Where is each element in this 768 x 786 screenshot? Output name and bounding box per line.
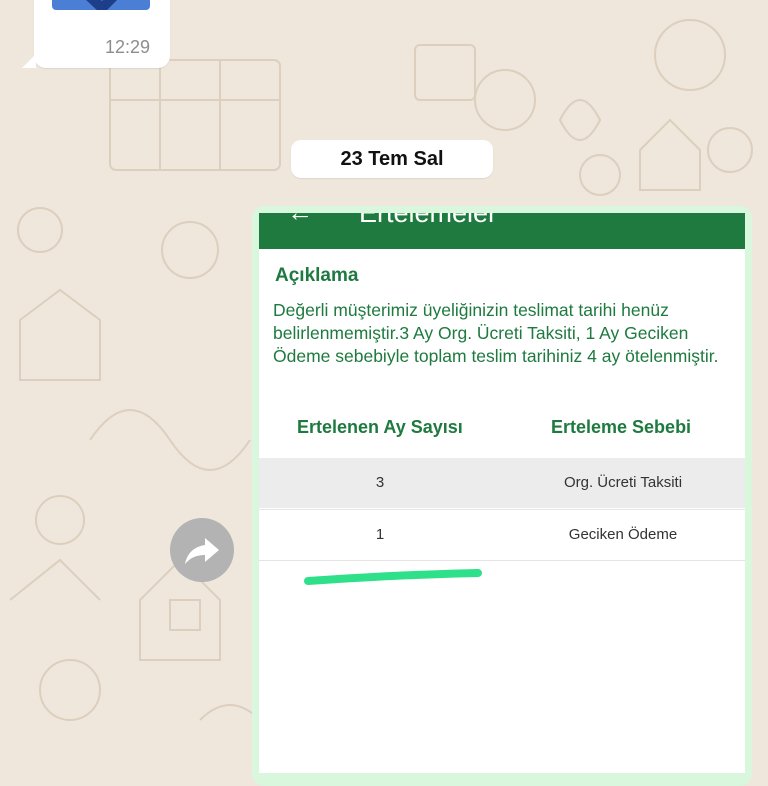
highlight-underline <box>304 569 482 585</box>
description-text: Değerli müşterimiz üyeliğinizin teslimat… <box>273 300 719 366</box>
table-cell: 1 <box>375 526 385 543</box>
app-bar: ← Ertelemeler <box>259 213 745 249</box>
previous-message-bubble[interactable]: 12:29 <box>34 0 170 68</box>
table-cell: Org. Ücreti Taksiti <box>563 474 683 491</box>
forward-icon <box>185 538 219 564</box>
message-time: 12:29 <box>104 37 150 57</box>
bubble-tail <box>22 54 36 68</box>
table-cell: Geciken Ödeme <box>568 526 678 543</box>
image-thumbnail[interactable] <box>52 0 150 10</box>
description-heading: Açıklama <box>275 265 359 286</box>
table-row: 1 Geciken Ödeme <box>259 509 745 561</box>
screen-title: Ertelemeler <box>359 213 498 228</box>
table-cell: 3 <box>375 474 385 491</box>
column-header-months: Ertelenen Ay Sayısı <box>297 417 463 437</box>
forward-button[interactable] <box>170 518 234 582</box>
table-row: 3 Org. Ücreti Taksiti <box>259 458 745 508</box>
shared-screenshot: ← Ertelemeler Açıklama Değerli müşterimi… <box>259 213 745 773</box>
date-separator: 23 Tem Sal <box>291 140 493 178</box>
column-header-reason: Erteleme Sebebi <box>551 417 692 437</box>
back-arrow-icon: ← <box>287 213 313 228</box>
